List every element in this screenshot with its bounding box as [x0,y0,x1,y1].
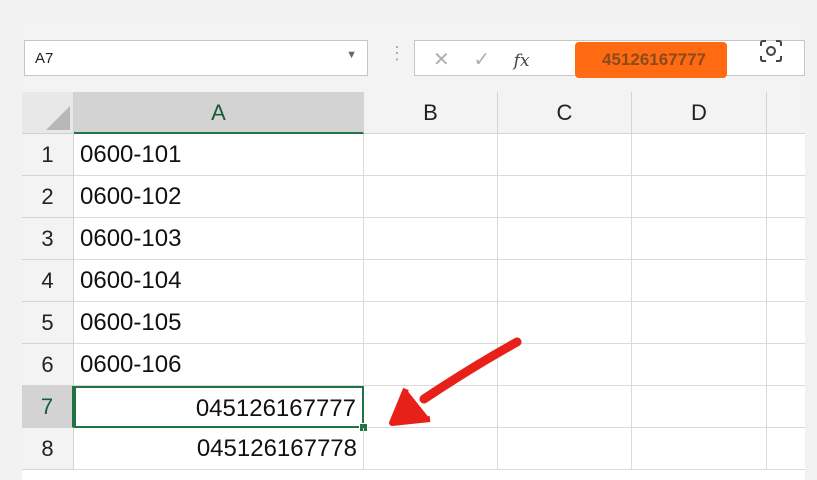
cell-e4[interactable] [767,260,805,302]
worksheet-grid: A B C D 1 0600-101 2 0600-102 3 0600-103 4 0600-104… [22,92,805,480]
cell-c7[interactable] [498,386,632,428]
cell-d6[interactable] [632,344,767,386]
cancel-icon[interactable]: ✕ [433,47,450,72]
cell-b2[interactable] [364,176,498,218]
column-header-b[interactable]: B [364,92,498,134]
formula-bar-area: A7 ▼ ⋮ ✕ ✓ fx 45126167777 [22,22,805,92]
cell-e1[interactable] [767,134,805,176]
cell-e6[interactable] [767,344,805,386]
cell-b5[interactable] [364,302,498,344]
column-header-d[interactable]: D [632,92,767,134]
cell-d5[interactable] [632,302,767,344]
enter-icon[interactable]: ✓ [473,47,490,72]
cell-d1[interactable] [632,134,767,176]
formula-bar-grip-icon[interactable]: ⋮ [388,44,406,62]
row-header-2[interactable]: 2 [22,176,74,218]
cell-d7[interactable] [632,386,767,428]
cell-e7[interactable] [767,386,805,428]
cell-e2[interactable] [767,176,805,218]
cell-c4[interactable] [498,260,632,302]
row-header-8[interactable]: 8 [22,428,74,470]
cell-c6[interactable] [498,344,632,386]
cell-d3[interactable] [632,218,767,260]
cell-a5[interactable]: 0600-105 [74,302,364,344]
name-box[interactable]: A7 ▼ [24,40,368,76]
cell-c5[interactable] [498,302,632,344]
cell-b1[interactable] [364,134,498,176]
cell-b6[interactable] [364,344,498,386]
cell-d4[interactable] [632,260,767,302]
column-header-c[interactable]: C [498,92,632,134]
cell-d2[interactable] [632,176,767,218]
cell-b8[interactable] [364,428,498,470]
cell-a3[interactable]: 0600-103 [74,218,364,260]
cell-a6[interactable]: 0600-106 [74,344,364,386]
cell-a7[interactable]: 045126167777 [74,386,364,428]
cell-c1[interactable] [498,134,632,176]
row-header-1[interactable]: 1 [22,134,74,176]
cell-d8[interactable] [632,428,767,470]
cell-c2[interactable] [498,176,632,218]
column-header-a[interactable]: A [74,92,364,134]
select-all-corner[interactable] [22,92,74,134]
chevron-down-icon[interactable]: ▼ [346,49,357,61]
row-header-5[interactable]: 5 [22,302,74,344]
cell-b4[interactable] [364,260,498,302]
spreadsheet-app: A7 ▼ ⋮ ✕ ✓ fx 45126167777 A B C D 1 0600-101 2… [22,22,805,480]
cell-a8[interactable]: 045126167778 [74,428,364,470]
cell-c3[interactable] [498,218,632,260]
cell-e8[interactable] [767,428,805,470]
name-box-value: A7 [35,50,54,67]
cell-e5[interactable] [767,302,805,344]
cell-b3[interactable] [364,218,498,260]
camera-icon[interactable] [758,38,784,64]
row-header-7[interactable]: 7 [22,386,74,428]
row-header-6[interactable]: 6 [22,344,74,386]
row-header-3[interactable]: 3 [22,218,74,260]
row-header-4[interactable]: 4 [22,260,74,302]
cell-e3[interactable] [767,218,805,260]
cell-a1[interactable]: 0600-101 [74,134,364,176]
cell-a4[interactable]: 0600-104 [74,260,364,302]
cell-c8[interactable] [498,428,632,470]
formula-bar-value[interactable]: 45126167777 [602,50,706,70]
column-header-next[interactable] [767,92,805,134]
cell-b7[interactable] [364,386,498,428]
cell-a2[interactable]: 0600-102 [74,176,364,218]
function-icon[interactable]: fx [514,51,530,71]
